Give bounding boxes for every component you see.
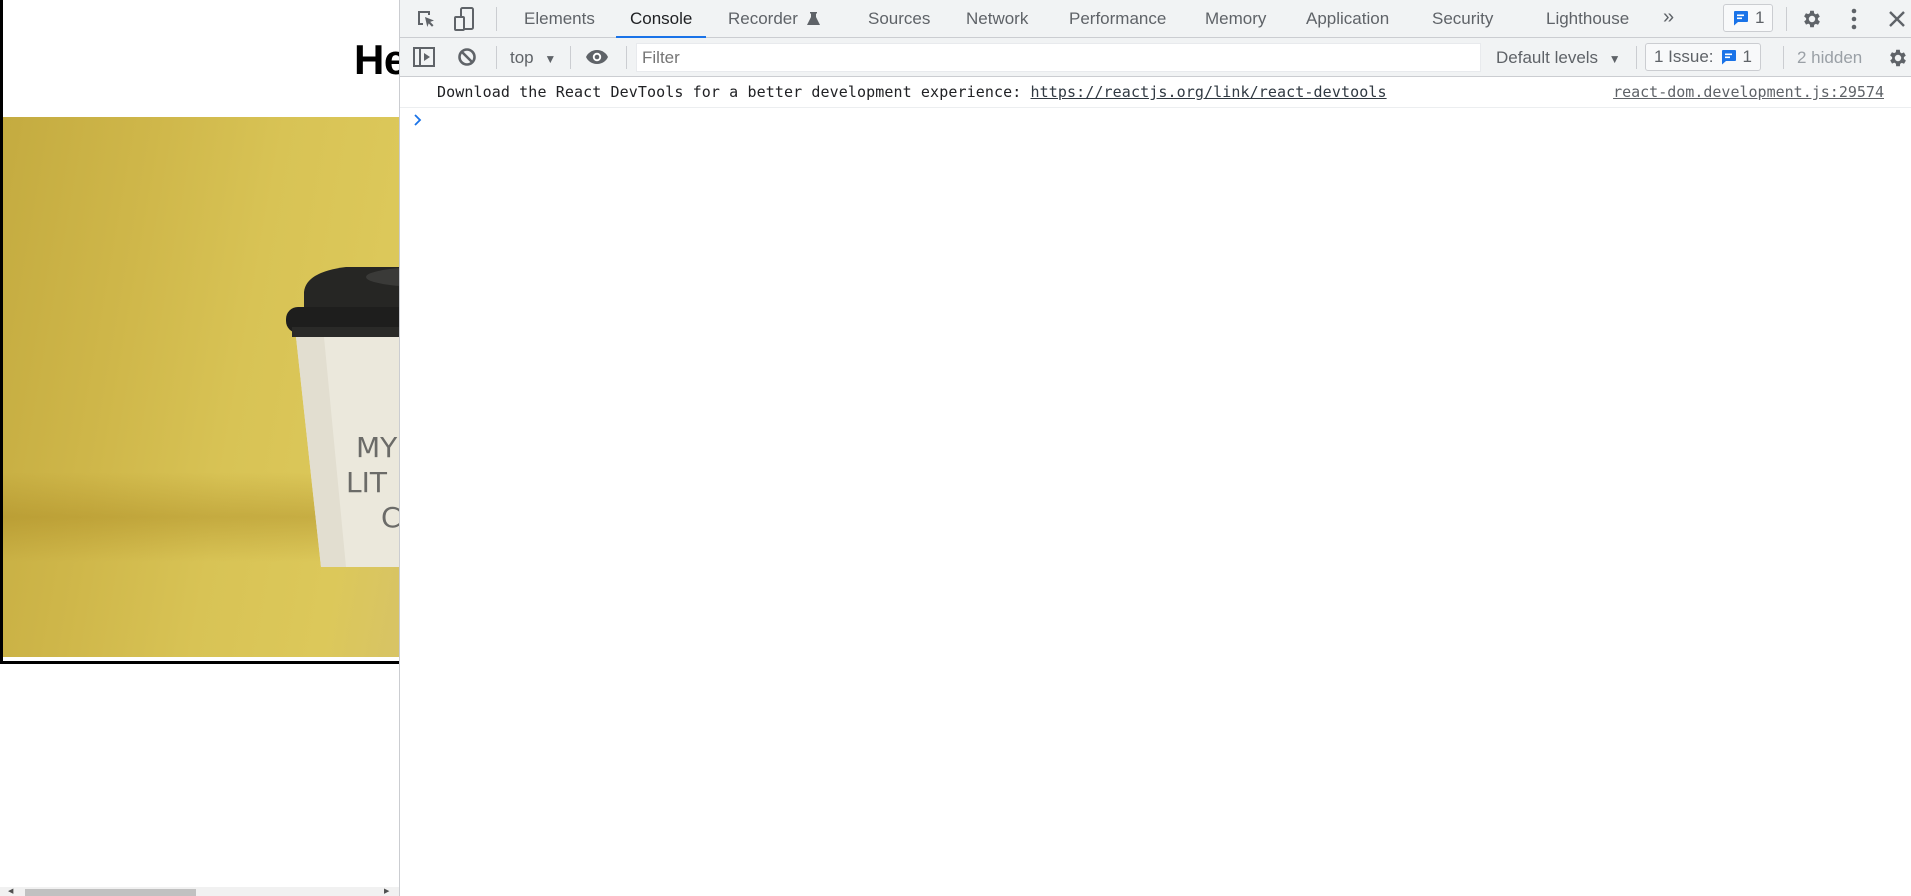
live-expression-eye-icon[interactable] bbox=[584, 46, 610, 68]
console-prompt-chevron-icon[interactable] bbox=[412, 113, 424, 127]
issues-label: 1 Issue: bbox=[1654, 47, 1714, 66]
log-levels-dropdown[interactable]: Default levels ▼ bbox=[1496, 38, 1621, 79]
dropdown-arrow-icon: ▼ bbox=[544, 52, 557, 66]
toolbar-separator bbox=[1783, 46, 1784, 69]
page-heading: He bbox=[354, 36, 399, 83]
message-source-link[interactable]: react-dom.development.js:29574 bbox=[1613, 83, 1884, 101]
devtools-tabbar: Elements Console Recorder Sources Networ… bbox=[400, 0, 1911, 38]
chevron-double-right-icon: » bbox=[1663, 6, 1675, 28]
flask-icon bbox=[806, 12, 820, 25]
tab-label: Application bbox=[1306, 9, 1390, 28]
tabbar-separator bbox=[496, 7, 497, 31]
tab-network[interactable]: Network bbox=[966, 0, 1028, 38]
devtools-panel: Elements Console Recorder Sources Networ… bbox=[399, 0, 1911, 896]
console-filter-input[interactable] bbox=[636, 43, 1481, 72]
react-devtools-link[interactable]: https://reactjs.org/link/react-devtools bbox=[1031, 83, 1387, 101]
tab-label: Memory bbox=[1205, 9, 1267, 28]
tab-sources[interactable]: Sources bbox=[868, 0, 930, 38]
more-tabs-button[interactable]: » bbox=[1663, 0, 1674, 38]
issues-count: 1 bbox=[1742, 47, 1753, 66]
console-message-text: Download the React DevTools for a better… bbox=[437, 83, 1387, 101]
tab-performance[interactable]: Performance bbox=[1069, 0, 1166, 38]
issues-badge-count: 1 bbox=[1755, 8, 1765, 27]
cup-text-line2: LIT bbox=[346, 466, 388, 499]
cup-text-line1: MY bbox=[356, 431, 398, 464]
hidden-messages-count: 2 hidden bbox=[1797, 48, 1863, 67]
coffee-cup-illustration: MY LIT C bbox=[286, 267, 399, 567]
toolbar-separator bbox=[1636, 46, 1637, 69]
device-toolbar-icon[interactable] bbox=[452, 6, 476, 32]
tabbar-separator bbox=[1786, 7, 1787, 31]
dropdown-arrow-icon: ▼ bbox=[1608, 52, 1621, 66]
tab-label: Console bbox=[630, 9, 693, 28]
tab-elements[interactable]: Elements bbox=[524, 0, 595, 38]
more-options-kebab-icon[interactable] bbox=[1846, 7, 1862, 31]
console-output: Download the React DevTools for a better… bbox=[400, 77, 1911, 896]
tab-label: Performance bbox=[1069, 9, 1167, 28]
message-icon bbox=[1721, 50, 1736, 65]
scroll-left-arrow-icon[interactable]: ◀ bbox=[8, 888, 16, 896]
horizontal-scrollbar[interactable]: ◀ ▶ bbox=[0, 887, 399, 896]
tab-label: Security bbox=[1432, 9, 1494, 28]
scrollbar-thumb[interactable] bbox=[25, 889, 196, 896]
issues-badge-button[interactable]: 1 bbox=[1723, 4, 1774, 32]
clear-console-icon[interactable] bbox=[456, 46, 478, 68]
tab-lighthouse[interactable]: Lighthouse bbox=[1546, 0, 1629, 38]
console-toolbar: top ▼ Default levels ▼ 1 Issue: 1 2 hidd… bbox=[400, 38, 1911, 77]
toolbar-separator bbox=[570, 46, 571, 69]
inspect-element-icon[interactable] bbox=[414, 7, 438, 31]
message-body: Download the React DevTools for a better… bbox=[437, 83, 1031, 101]
tab-recorder[interactable]: Recorder bbox=[728, 0, 820, 38]
issues-counter-button[interactable]: 1 Issue: 1 bbox=[1645, 43, 1762, 71]
scroll-right-arrow-icon[interactable]: ▶ bbox=[384, 888, 392, 896]
page-viewport: He MY LIT C ◀ ▶ bbox=[0, 0, 399, 896]
hero-image: MY LIT C bbox=[3, 117, 399, 657]
context-selector[interactable]: top ▼ bbox=[510, 38, 556, 77]
tab-label: Lighthouse bbox=[1546, 9, 1630, 28]
message-icon bbox=[1734, 11, 1748, 26]
tab-security[interactable]: Security bbox=[1432, 0, 1493, 38]
sidebar-toggle-icon[interactable] bbox=[412, 46, 436, 68]
cup-text-line3: C bbox=[381, 501, 399, 534]
toolbar-separator bbox=[626, 46, 627, 69]
context-selector-value: top bbox=[510, 48, 534, 67]
tab-label: Network bbox=[966, 9, 1029, 28]
console-message: Download the React DevTools for a better… bbox=[400, 77, 1911, 108]
tab-label: Elements bbox=[524, 9, 595, 28]
log-levels-value: Default levels bbox=[1496, 48, 1599, 67]
tab-label: Recorder bbox=[728, 9, 798, 28]
toolbar-separator bbox=[496, 46, 497, 69]
settings-gear-icon[interactable] bbox=[1800, 7, 1824, 31]
console-settings-gear-icon[interactable] bbox=[1886, 46, 1910, 70]
close-devtools-icon[interactable] bbox=[1886, 8, 1908, 30]
tab-console[interactable]: Console bbox=[615, 0, 707, 38]
tab-memory[interactable]: Memory bbox=[1205, 0, 1266, 38]
tab-application[interactable]: Application bbox=[1306, 0, 1389, 38]
tab-label: Sources bbox=[868, 9, 931, 28]
